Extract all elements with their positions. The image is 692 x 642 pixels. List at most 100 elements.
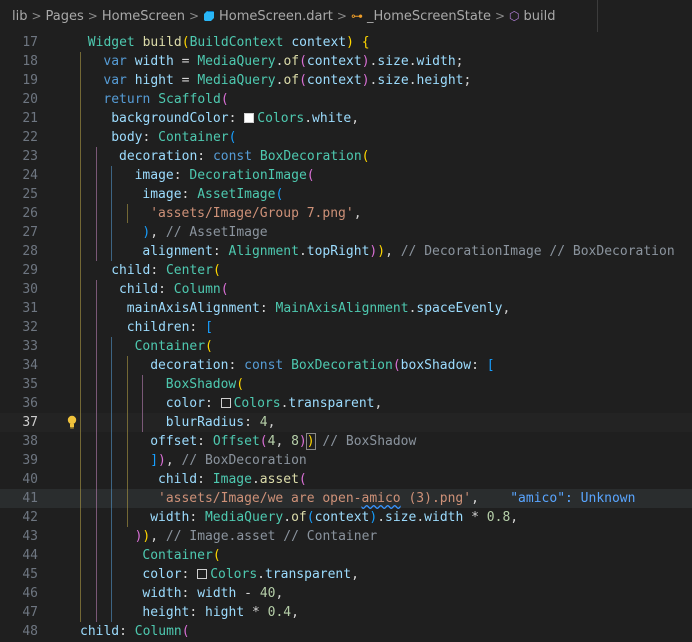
code-line[interactable]: 31 mainAxisAlignment: MainAxisAlignment.s…: [0, 299, 692, 318]
code-line[interactable]: 32 children: [: [0, 318, 692, 337]
code-token: (: [306, 168, 315, 183]
code-token: Container: [158, 130, 229, 145]
code-line[interactable]: 22 body: Container(: [0, 128, 692, 147]
code-token: {: [361, 35, 370, 50]
breadcrumb-item-5[interactable]: ⬡ build: [509, 9, 555, 24]
code-token: mainAxisAlignment: [126, 301, 260, 316]
breadcrumb-item-4[interactable]: ⊶ _HomeScreenState: [351, 9, 491, 24]
code-editor[interactable]: 17 Widget build(BuildContext context) {18…: [0, 32, 692, 642]
code-token: // BoxDecoration: [181, 453, 307, 468]
code-line[interactable]: 25 image: AssetImage(: [0, 185, 692, 204]
indent-guide: [111, 242, 113, 261]
breadcrumb-item-2[interactable]: HomeScreen: [102, 9, 185, 24]
breadcrumb-item-3[interactable]: HomeScreen.dart: [203, 9, 333, 24]
code-token: ,: [150, 529, 166, 544]
line-number: 31: [22, 301, 38, 316]
code-token: .: [416, 510, 425, 525]
color-swatch-transparent[interactable]: [220, 398, 231, 408]
code-token: var: [103, 54, 135, 69]
code-token: Alignment: [228, 244, 299, 259]
indent-guide: [80, 603, 81, 622]
breadcrumb-item-0[interactable]: lib: [12, 9, 27, 24]
code-token: :: [259, 301, 276, 316]
indent-guide: [111, 204, 113, 223]
code-token: DecorationImage: [189, 168, 307, 183]
code-token: backgroundColor: [111, 111, 229, 126]
code-text: decoration: const BoxDecoration(: [119, 147, 369, 166]
code-token: ,: [351, 111, 360, 126]
code-line[interactable]: 24 image: DecorationImage(: [0, 166, 692, 185]
code-line[interactable]: 41 'assets/Image/we are open-amico (3).pn…: [0, 489, 692, 508]
indent-guide: [95, 565, 97, 584]
code-token: const: [212, 149, 260, 164]
code-line[interactable]: 46 width: width - 40,: [0, 584, 692, 603]
indent-guide: [111, 603, 113, 622]
code-line[interactable]: 21 backgroundColor: Colors.white,: [0, 109, 692, 128]
code-line[interactable]: 18 var width = MediaQuery.of(context).siz…: [0, 52, 692, 71]
code-line[interactable]: 20 return Scaffold(: [0, 90, 692, 109]
color-swatch-white[interactable]: [244, 113, 255, 123]
code-token: // AssetImage: [165, 225, 268, 240]
code-token: :: [142, 130, 159, 145]
code-line[interactable]: 47 height: hight * 0.4,: [0, 603, 692, 622]
code-line[interactable]: 44 Container(: [0, 546, 692, 565]
code-line[interactable]: 40 child: Image.asset(: [0, 470, 692, 489]
code-line[interactable]: 38 offset: Offset(4, 8)) // BoxShadow: [0, 432, 692, 451]
breadcrumb-item-1[interactable]: Pages: [46, 9, 84, 24]
code-token: context: [314, 510, 370, 525]
code-line[interactable]: 23 decoration: const BoxDecoration(: [0, 147, 692, 166]
code-line[interactable]: 26 'assets/Image/Group 7.png',: [0, 204, 692, 223]
lightbulb-icon[interactable]: [66, 415, 78, 429]
code-line[interactable]: 28 alignment: Alignment.topRight)), // De…: [0, 242, 692, 261]
code-token: (: [361, 149, 370, 164]
code-line[interactable]: 48 child: Column(: [0, 622, 692, 641]
code-token: body: [111, 130, 143, 145]
code-line[interactable]: 29 child: Center(: [0, 261, 692, 280]
code-line[interactable]: 35 BoxShadow(: [0, 375, 692, 394]
code-token: BoxDecoration: [291, 358, 393, 373]
indent-guide: [111, 489, 113, 508]
indent-guide: [95, 242, 97, 261]
code-line[interactable]: 36 color: Colors.transparent,: [0, 394, 692, 413]
editor-group-divider: [597, 0, 598, 32]
code-text: var hight = MediaQuery.of(context).size.…: [103, 71, 471, 90]
code-token: return: [103, 92, 159, 107]
indent-guide: [80, 166, 81, 185]
indent-guide: [80, 318, 81, 337]
code-text: )), // Image.asset // Container: [135, 527, 378, 546]
indent-guide: [126, 489, 128, 508]
code-line[interactable]: 37 blurRadius: 4,: [0, 413, 692, 432]
indent-guide: [80, 204, 81, 223]
indent-guide: [111, 565, 113, 584]
indent-guide: [80, 470, 81, 489]
code-token: 40: [259, 586, 276, 601]
code-token: context: [306, 73, 362, 88]
code-token: color: [142, 567, 182, 582]
indent-guide: [80, 147, 81, 166]
code-line[interactable]: 33 Container(: [0, 337, 692, 356]
line-number: 26: [22, 206, 38, 221]
code-token: Colors: [257, 111, 305, 126]
line-number: 21: [22, 111, 38, 126]
code-token: hight: [134, 73, 174, 88]
code-line[interactable]: 45 color: Colors.transparent,: [0, 565, 692, 584]
line-number: 25: [22, 187, 38, 202]
code-token: var: [103, 73, 135, 88]
code-token: height: [416, 73, 464, 88]
code-line[interactable]: 27), // AssetImage: [0, 223, 692, 242]
code-line[interactable]: 34 decoration: const BoxDecoration(boxSha…: [0, 356, 692, 375]
code-token: :: [173, 168, 190, 183]
line-number: 39: [22, 453, 38, 468]
code-line[interactable]: 17 Widget build(BuildContext context) {: [0, 33, 692, 52]
code-line[interactable]: 39]), // BoxDecoration: [0, 451, 692, 470]
diagnostic-hint: "amico": Unknown: [510, 491, 636, 506]
color-swatch-transparent[interactable]: [197, 569, 208, 579]
indent-guide: [111, 356, 113, 375]
code-line[interactable]: 30 child: Column(: [0, 280, 692, 299]
code-line[interactable]: 42 width: MediaQuery.of(context).size.wid…: [0, 508, 692, 527]
code-line[interactable]: 19 var hight = MediaQuery.of(context).siz…: [0, 71, 692, 90]
code-line[interactable]: 43)), // Image.asset // Container: [0, 527, 692, 546]
code-text: offset: Offset(4, 8)) // BoxShadow: [150, 432, 416, 451]
code-token: of: [283, 73, 300, 88]
code-token: ): [361, 54, 370, 69]
